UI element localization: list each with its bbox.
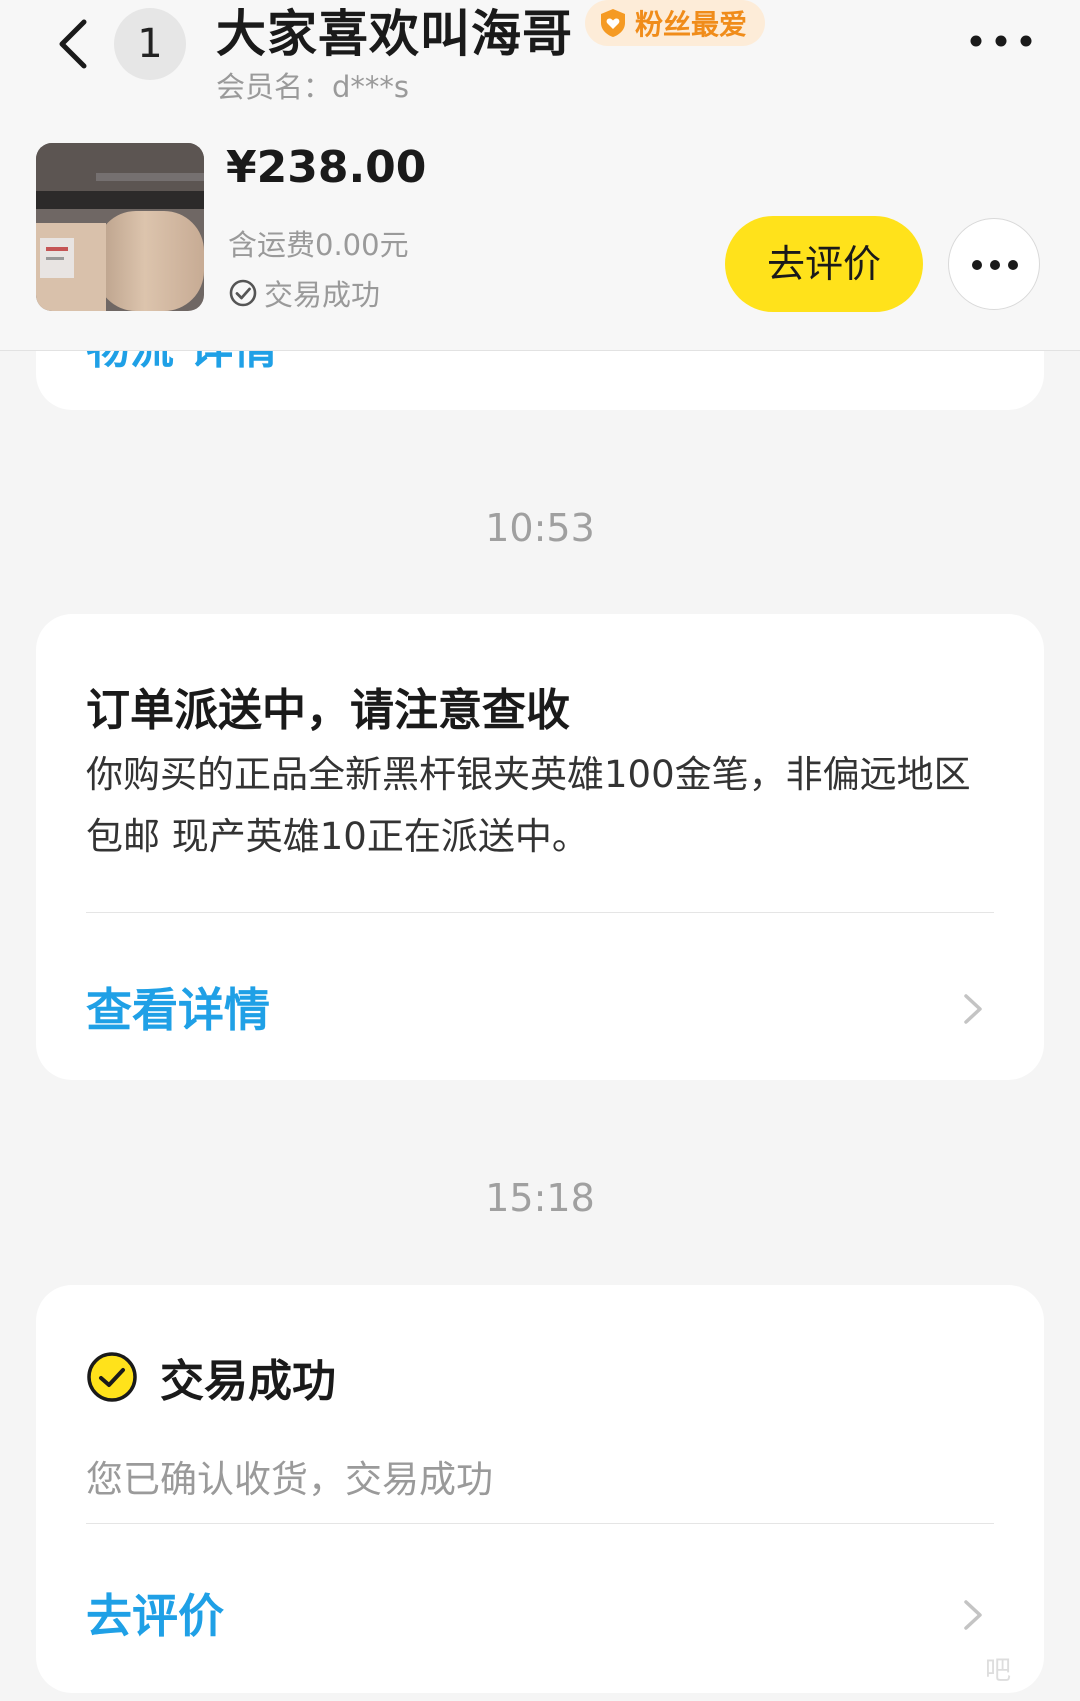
trade-success-card: 交易成功 您已确认收货，交易成功 去评价 — [36, 1285, 1044, 1693]
shipping-card-title: 订单派送中，请注意查收 — [86, 685, 570, 736]
message-timestamp: 10:53 — [485, 506, 595, 550]
chevron-right-icon — [964, 994, 982, 1024]
trade-status: 交易成功 — [228, 272, 380, 314]
product-more-button[interactable] — [948, 218, 1040, 310]
fan-favorite-badge: 粉丝最爱 — [585, 0, 766, 46]
chat-screen: 1 大家喜欢叫海哥 粉丝最爱 会员名：d***s ¥238.00 含运费0.00… — [0, 0, 1080, 1701]
member-name: 会员名：d***s — [216, 70, 410, 104]
go-review-label: 去评价 — [86, 1589, 224, 1643]
message-timestamp: 15:18 — [485, 1176, 595, 1220]
chevron-right-icon — [964, 1600, 982, 1630]
product-thumbnail[interactable] — [36, 143, 204, 311]
seller-name[interactable]: 大家喜欢叫海哥 — [216, 0, 573, 66]
product-price: ¥238.00 — [226, 142, 427, 193]
card-divider — [86, 912, 994, 913]
trade-status-label: 交易成功 — [264, 278, 381, 312]
watermark: 吧 — [985, 1656, 1012, 1686]
shipping-fee: 含运费0.00元 — [228, 228, 409, 262]
shipping-card-body: 你购买的正品全新黑杆银夹英雄100金笔，非偏远地区包邮 现产英雄10正在派送中。 — [86, 753, 971, 858]
order-header: 1 大家喜欢叫海哥 粉丝最爱 会员名：d***s ¥238.00 含运费0.00… — [0, 0, 1080, 351]
go-review-link[interactable]: 去评价 — [36, 1550, 1044, 1670]
card-divider — [86, 1523, 994, 1524]
more-dots-icon[interactable] — [966, 26, 1036, 56]
shipping-notice-card: 订单派送中，请注意查收 你购买的正品全新黑杆银夹英雄100金笔，非偏远地区包邮 … — [36, 614, 1044, 1080]
back-arrow-icon[interactable] — [50, 14, 100, 74]
unread-count-badge: 1 — [114, 8, 186, 80]
check-circle-icon — [229, 279, 257, 307]
review-button[interactable]: 去评价 — [725, 216, 923, 312]
success-title: 交易成功 — [160, 1356, 336, 1407]
fan-badge-label: 粉丝最爱 — [635, 8, 748, 41]
success-description: 您已确认收货，交易成功 — [86, 1458, 493, 1501]
view-details-link[interactable]: 查看详情 — [36, 944, 1044, 1064]
shield-heart-icon — [601, 9, 625, 37]
more-dots-icon — [972, 260, 1018, 270]
check-circle-icon — [87, 1352, 137, 1402]
view-details-label: 查看详情 — [86, 983, 270, 1037]
success-header: 交易成功 — [86, 1345, 336, 1409]
